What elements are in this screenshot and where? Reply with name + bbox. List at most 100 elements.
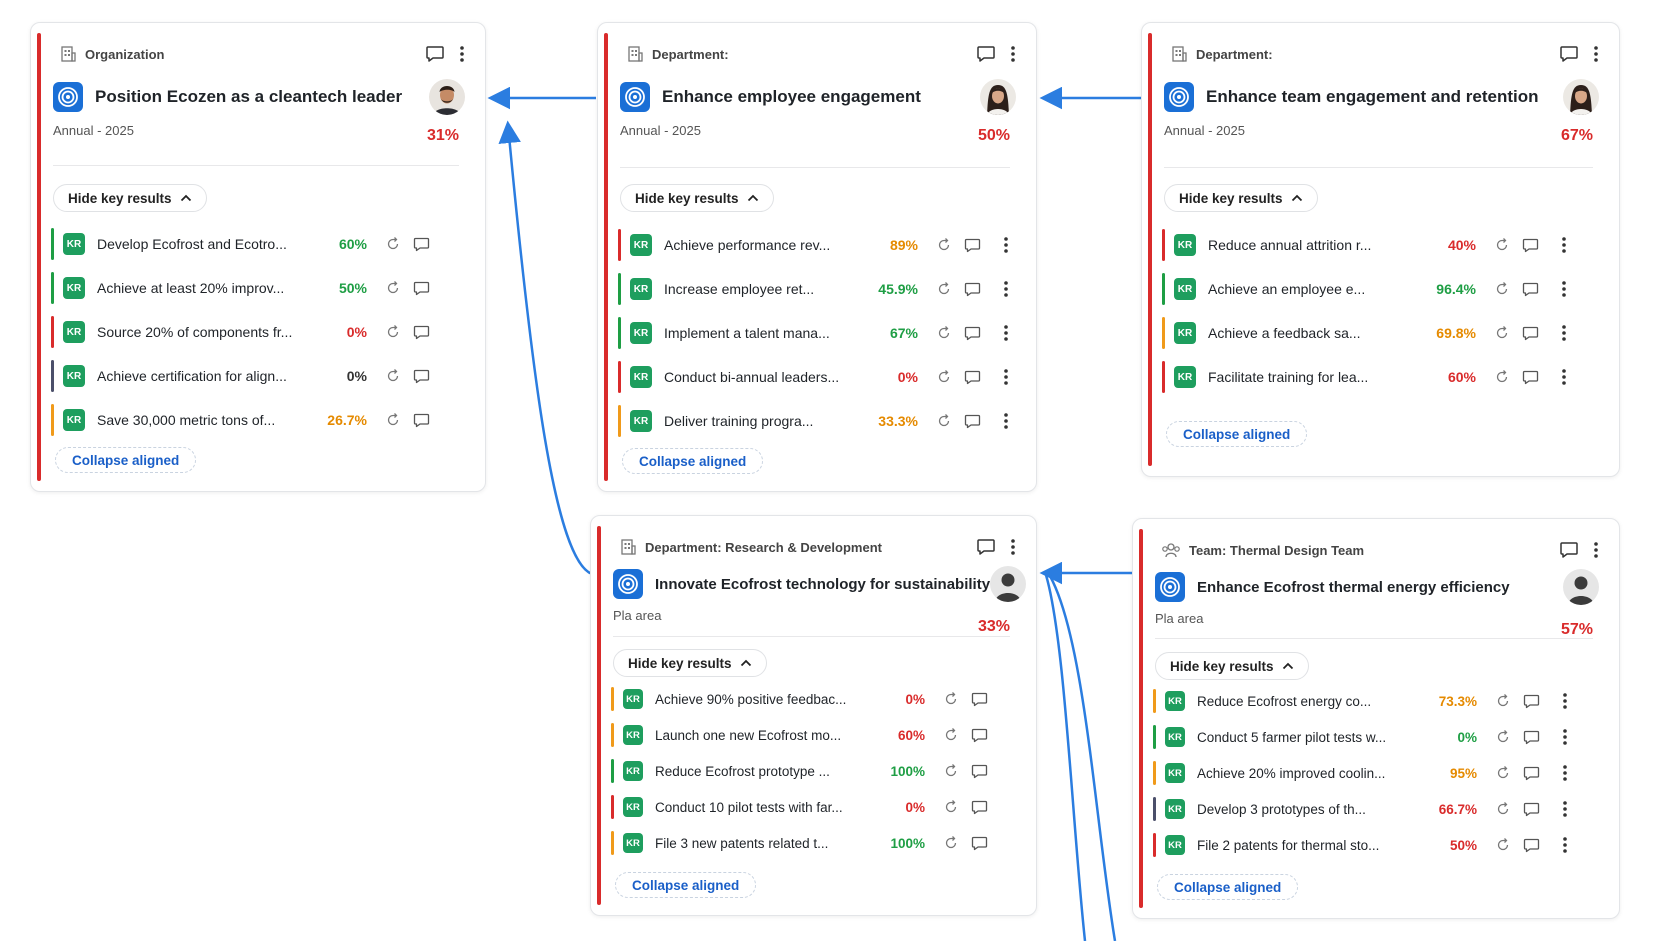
key-result-title[interactable]: Conduct 10 pilot tests with far... — [655, 800, 865, 815]
key-result-title[interactable]: Develop Ecofrost and Ecotro... — [97, 236, 317, 252]
objective-title[interactable]: Position Ecozen as a cleantech leader — [95, 87, 429, 107]
comment-icon[interactable] — [1523, 802, 1540, 817]
objective-title[interactable]: Enhance team engagement and retention — [1206, 87, 1563, 107]
avatar[interactable] — [429, 79, 465, 115]
key-result-title[interactable]: Achieve 90% positive feedbac... — [655, 692, 865, 707]
key-result-title[interactable]: Achieve certification for align... — [97, 368, 317, 384]
key-result-row[interactable]: KR Reduce Ecofrost energy co... 73.3% — [1153, 683, 1599, 719]
key-result-row[interactable]: KR Achieve 20% improved coolin... 95% — [1153, 755, 1599, 791]
key-result-title[interactable]: Save 30,000 metric tons of... — [97, 412, 317, 428]
hide-key-results-button[interactable]: Hide key results — [620, 184, 774, 212]
key-result-row[interactable]: KR Launch one new Ecofrost mo... 60% — [611, 717, 1016, 753]
comment-icon[interactable] — [1523, 838, 1540, 853]
check-in-icon[interactable] — [385, 324, 401, 340]
comment-icon[interactable] — [413, 281, 430, 296]
key-result-title[interactable]: Deliver training progra... — [664, 413, 854, 429]
key-result-row[interactable]: KR Save 30,000 metric tons of... 26.7% — [51, 398, 465, 442]
more-icon[interactable] — [1593, 45, 1599, 63]
key-result-row[interactable]: KR Deliver training progra... 33.3% — [618, 399, 1016, 443]
comment-icon[interactable] — [413, 413, 430, 428]
key-result-title[interactable]: Achieve performance rev... — [664, 237, 854, 253]
key-result-row[interactable]: KR Conduct 5 farmer pilot tests w... 0% — [1153, 719, 1599, 755]
comment-icon[interactable] — [976, 45, 996, 63]
key-result-title[interactable]: Conduct 5 farmer pilot tests w... — [1197, 730, 1407, 745]
more-icon[interactable] — [1003, 368, 1009, 386]
collapse-aligned-button[interactable]: Collapse aligned — [55, 447, 197, 473]
objective-title[interactable]: Enhance employee engagement — [662, 87, 980, 107]
objective-title[interactable]: Enhance Ecofrost thermal energy efficien… — [1197, 579, 1563, 596]
hide-key-results-button[interactable]: Hide key results — [1164, 184, 1318, 212]
key-result-title[interactable]: Achieve at least 20% improv... — [97, 280, 317, 296]
check-in-icon[interactable] — [385, 412, 401, 428]
more-icon[interactable] — [1010, 538, 1016, 556]
key-result-row[interactable]: KR Implement a talent mana... 67% — [618, 311, 1016, 355]
key-result-row[interactable]: KR Develop 3 prototypes of th... 66.7% — [1153, 791, 1599, 827]
check-in-icon[interactable] — [1494, 325, 1510, 341]
comment-icon[interactable] — [971, 800, 988, 815]
key-result-row[interactable]: KR Increase employee ret... 45.9% — [618, 267, 1016, 311]
more-icon[interactable] — [1562, 836, 1568, 854]
avatar[interactable] — [990, 566, 1027, 602]
collapse-aligned-button[interactable]: Collapse aligned — [1166, 421, 1308, 447]
key-result-row[interactable]: KR Source 20% of components fr... 0% — [51, 310, 465, 354]
check-in-icon[interactable] — [943, 835, 959, 851]
comment-icon[interactable] — [413, 325, 430, 340]
key-result-title[interactable]: Achieve a feedback sa... — [1208, 325, 1398, 341]
more-icon[interactable] — [1562, 728, 1568, 746]
key-result-row[interactable]: KR Reduce Ecofrost prototype ... 100% — [611, 753, 1016, 789]
key-result-title[interactable]: File 2 patents for thermal sto... — [1197, 838, 1407, 853]
check-in-icon[interactable] — [385, 368, 401, 384]
comment-icon[interactable] — [964, 238, 981, 253]
check-in-icon[interactable] — [1494, 281, 1510, 297]
more-icon[interactable] — [1003, 280, 1009, 298]
check-in-icon[interactable] — [1495, 693, 1511, 709]
comment-icon[interactable] — [1522, 370, 1539, 385]
comment-icon[interactable] — [1522, 282, 1539, 297]
check-in-icon[interactable] — [936, 413, 952, 429]
check-in-icon[interactable] — [943, 727, 959, 743]
key-result-title[interactable]: Increase employee ret... — [664, 281, 854, 297]
comment-icon[interactable] — [413, 237, 430, 252]
key-result-row[interactable]: KR Facilitate training for lea... 60% — [1162, 355, 1599, 399]
comment-icon[interactable] — [1559, 45, 1579, 63]
more-icon[interactable] — [1561, 280, 1567, 298]
more-icon[interactable] — [1003, 324, 1009, 342]
more-icon[interactable] — [459, 45, 465, 63]
key-result-title[interactable]: Develop 3 prototypes of th... — [1197, 802, 1407, 817]
hide-key-results-button[interactable]: Hide key results — [1155, 652, 1309, 680]
key-result-row[interactable]: KR Conduct bi-annual leaders... 0% — [618, 355, 1016, 399]
key-result-title[interactable]: Achieve 20% improved coolin... — [1197, 766, 1407, 781]
objective-title[interactable]: Innovate Ecofrost technology for sustain… — [655, 576, 990, 593]
check-in-icon[interactable] — [385, 236, 401, 252]
comment-icon[interactable] — [964, 326, 981, 341]
more-icon[interactable] — [1003, 236, 1009, 254]
key-result-row[interactable]: KR Develop Ecofrost and Ecotro... 60% — [51, 222, 465, 266]
key-result-row[interactable]: KR Reduce annual attrition r... 40% — [1162, 223, 1599, 267]
check-in-icon[interactable] — [936, 369, 952, 385]
more-icon[interactable] — [1562, 692, 1568, 710]
key-result-row[interactable]: KR File 3 new patents related t... 100% — [611, 825, 1016, 861]
comment-icon[interactable] — [971, 764, 988, 779]
avatar[interactable] — [1563, 79, 1599, 115]
check-in-icon[interactable] — [936, 237, 952, 253]
more-icon[interactable] — [1562, 764, 1568, 782]
hide-key-results-button[interactable]: Hide key results — [613, 649, 767, 677]
collapse-aligned-button[interactable]: Collapse aligned — [615, 872, 757, 898]
more-icon[interactable] — [1562, 800, 1568, 818]
key-result-title[interactable]: Reduce Ecofrost prototype ... — [655, 764, 865, 779]
key-result-row[interactable]: KR Achieve performance rev... 89% — [618, 223, 1016, 267]
key-result-title[interactable]: Reduce annual attrition r... — [1208, 237, 1398, 253]
check-in-icon[interactable] — [936, 325, 952, 341]
key-result-title[interactable]: Facilitate training for lea... — [1208, 369, 1398, 385]
key-result-row[interactable]: KR File 2 patents for thermal sto... 50% — [1153, 827, 1599, 863]
check-in-icon[interactable] — [943, 691, 959, 707]
check-in-icon[interactable] — [936, 281, 952, 297]
collapse-aligned-button[interactable]: Collapse aligned — [1157, 874, 1299, 900]
comment-icon[interactable] — [976, 538, 996, 556]
key-result-title[interactable]: Launch one new Ecofrost mo... — [655, 728, 865, 743]
key-result-title[interactable]: File 3 new patents related t... — [655, 836, 865, 851]
check-in-icon[interactable] — [1495, 837, 1511, 853]
check-in-icon[interactable] — [943, 799, 959, 815]
check-in-icon[interactable] — [1494, 369, 1510, 385]
comment-icon[interactable] — [971, 728, 988, 743]
